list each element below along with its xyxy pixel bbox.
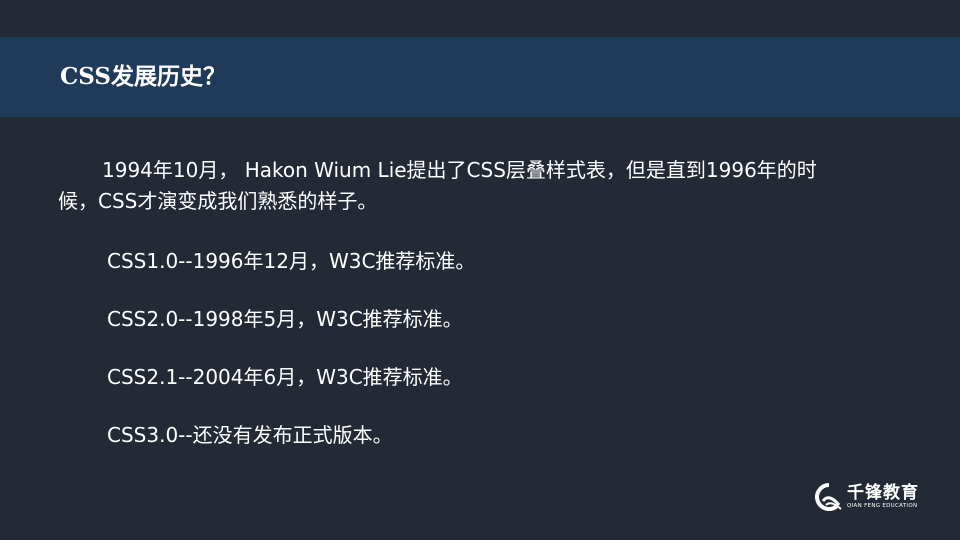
- slide-title: CSS发展历史？: [60, 63, 227, 90]
- intro-paragraph: 1994年10月， Hakon Wium Lie提出了CSS层叠样式表，但是直到…: [58, 158, 817, 213]
- milestone-css1: CSS1.0--1996年12月，W3C推荐标准。: [107, 249, 476, 273]
- qianfeng-logo: 千锋教育 QIAN FENG EDUCATION: [815, 483, 919, 511]
- qianfeng-logo-icon: [815, 483, 842, 511]
- logo-name-en: QIAN FENG EDUCATION: [847, 503, 918, 509]
- milestone-css3: CSS3.0--还没有发布正式版本。: [107, 423, 393, 447]
- milestone-css2: CSS2.0--1998年5月，W3C推荐标准。: [107, 307, 463, 331]
- milestone-css21: CSS2.1--2004年6月，W3C推荐标准。: [107, 365, 463, 389]
- logo-name-cn: 千锋教育: [847, 483, 919, 503]
